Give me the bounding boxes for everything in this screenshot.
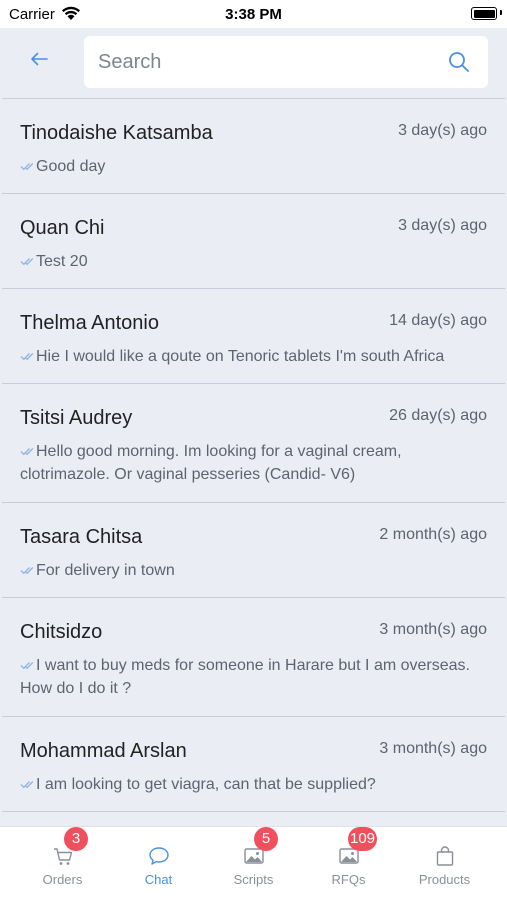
- status-bar: Carrier 3:38 PM: [0, 0, 507, 28]
- conversation-item[interactable]: Tinodaishe Katsamba 3 day(s) ago Good da…: [2, 99, 505, 194]
- tab-bar: Orders 3 Chat Scripts 5 RFQs 109 Product…: [0, 826, 507, 901]
- double-check-icon: [20, 258, 34, 266]
- double-check-icon: [20, 448, 34, 456]
- time-ago: 3 day(s) ago: [398, 217, 487, 234]
- orders-badge: 3: [64, 827, 88, 851]
- search-box: [84, 36, 488, 88]
- tab-chat[interactable]: Chat: [108, 827, 209, 901]
- double-check-icon: [20, 163, 34, 171]
- tab-label: Chat: [144, 872, 173, 887]
- message-text: I am looking to get viagra, can that be …: [36, 776, 376, 793]
- time-ago: 2 month(s) ago: [379, 526, 487, 543]
- conversation-item[interactable]: Chitsidzo 3 month(s) ago I want to buy m…: [2, 598, 505, 717]
- double-check-icon: [20, 662, 34, 670]
- back-arrow-icon[interactable]: [30, 52, 48, 66]
- conversation-item[interactable]: Tsitsi Audrey 26 day(s) ago Hello good m…: [2, 384, 505, 503]
- tab-orders[interactable]: Orders 3: [12, 827, 113, 901]
- message-preview: For delivery in town: [20, 559, 480, 582]
- clock: 3:38 PM: [225, 6, 282, 23]
- tab-scripts[interactable]: Scripts 5: [203, 827, 304, 901]
- message-text: For delivery in town: [36, 562, 175, 579]
- conversation-item[interactable]: Quan Chi 3 day(s) ago Test 20: [2, 194, 505, 289]
- tab-label: Orders: [42, 872, 83, 887]
- conversation-item[interactable]: Mohammad Arslan 3 month(s) ago I am look…: [2, 717, 505, 812]
- scripts-badge: 5: [254, 827, 278, 851]
- message-text: Hello good morning. Im looking for a vag…: [20, 443, 402, 483]
- time-ago: 3 month(s) ago: [379, 621, 487, 638]
- double-check-icon: [20, 781, 34, 789]
- conversation-list[interactable]: Tinodaishe Katsamba 3 day(s) ago Good da…: [2, 98, 505, 827]
- time-ago: 3 day(s) ago: [398, 122, 487, 139]
- time-ago: 3 month(s) ago: [379, 740, 487, 757]
- chat-bubble-icon: [149, 847, 169, 865]
- message-text: I want to buy meds for someone in Harare…: [20, 657, 470, 697]
- tab-label: Scripts: [233, 872, 274, 887]
- search-input[interactable]: [98, 36, 428, 88]
- double-check-icon: [20, 567, 34, 575]
- message-preview: Good day: [20, 155, 480, 178]
- contact-name: Mohammad Arslan: [20, 740, 187, 762]
- message-text: Test 20: [36, 253, 88, 270]
- battery-tip: [500, 10, 502, 15]
- message-preview: Test 20: [20, 250, 480, 273]
- message-text: Good day: [36, 158, 106, 175]
- message-preview: I want to buy meds for someone in Harare…: [20, 654, 480, 700]
- battery-icon: [471, 7, 497, 20]
- message-preview: Hello good morning. Im looking for a vag…: [20, 440, 480, 486]
- tab-label: RFQs: [331, 872, 366, 887]
- message-preview: Hie I would like a qoute on Tenoric tabl…: [20, 345, 480, 368]
- tab-label: Products: [418, 872, 471, 887]
- conversation-item[interactable]: Thelma Antonio 14 day(s) ago Hie I would…: [2, 289, 505, 384]
- contact-name: Thelma Antonio: [20, 312, 159, 334]
- contact-name: Tinodaishe Katsamba: [20, 122, 213, 144]
- header: [0, 28, 507, 98]
- search-icon[interactable]: [448, 51, 470, 73]
- contact-name: Tsitsi Audrey: [20, 407, 133, 429]
- time-ago: 26 day(s) ago: [389, 407, 487, 424]
- shopping-bag-icon: [436, 846, 454, 866]
- message-preview: I am looking to get viagra, can that be …: [20, 773, 480, 796]
- contact-name: Tasara Chitsa: [20, 526, 143, 548]
- rfqs-badge: 109: [348, 827, 378, 851]
- conversation-item[interactable]: Tasara Chitsa 2 month(s) ago For deliver…: [2, 503, 505, 598]
- tab-rfqs[interactable]: RFQs 109: [298, 827, 399, 901]
- message-text: Hie I would like a qoute on Tenoric tabl…: [36, 348, 445, 365]
- contact-name: Quan Chi: [20, 217, 105, 239]
- contact-name: Chitsidzo: [20, 621, 103, 643]
- time-ago: 14 day(s) ago: [389, 312, 487, 329]
- double-check-icon: [20, 353, 34, 361]
- tab-products[interactable]: Products: [394, 827, 495, 901]
